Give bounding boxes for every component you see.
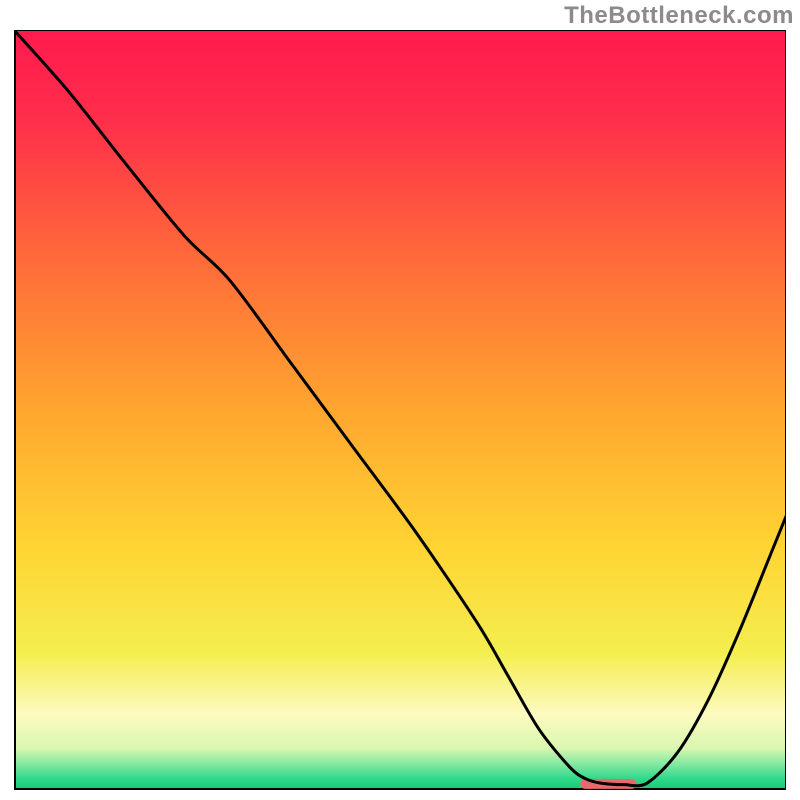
plot-area [14,30,786,790]
watermark-text: TheBottleneck.com [564,2,794,30]
gradient-background [14,30,786,790]
chart-container: TheBottleneck.com [0,0,800,800]
bottleneck-chart [14,30,786,790]
